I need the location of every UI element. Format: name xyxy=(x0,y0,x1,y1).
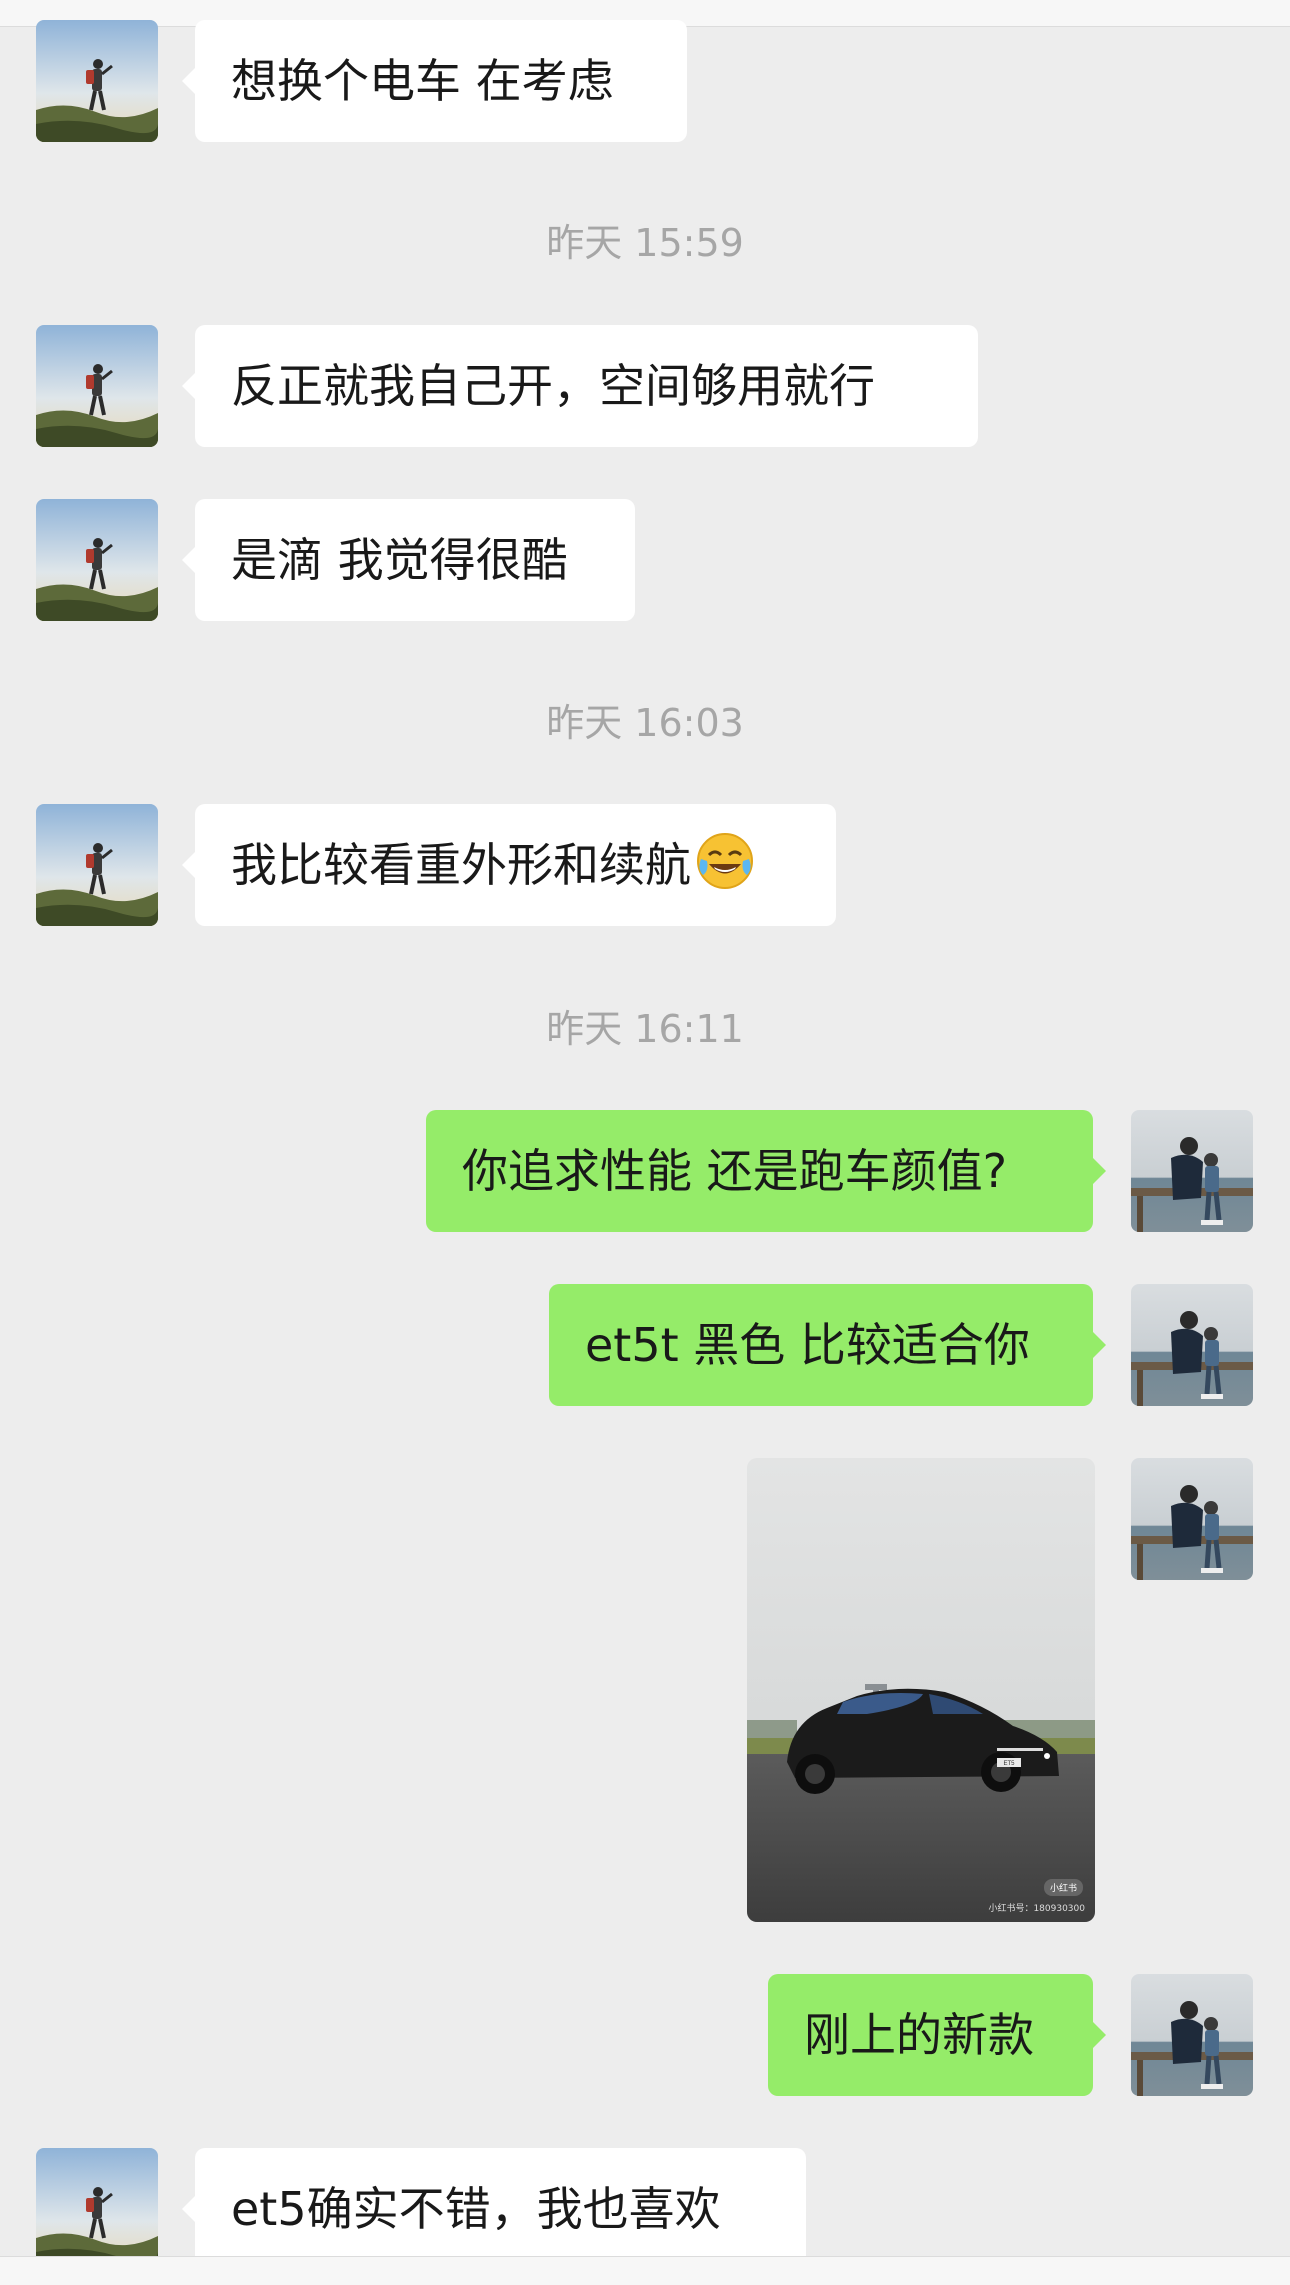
contact-avatar[interactable] xyxy=(36,499,158,621)
contact-avatar[interactable] xyxy=(36,2148,158,2270)
license-plate-text: ET5 xyxy=(1003,1761,1015,1767)
message-bubble-incoming[interactable]: 反正就我自己开，空间够用就行 xyxy=(182,325,978,447)
contact-avatar[interactable] xyxy=(36,20,158,142)
car-photo-message[interactable]: ET5 小红书 小红书号：180930300 xyxy=(747,1458,1095,1922)
bottom-bar xyxy=(0,2256,1290,2285)
laughing-tears-emoji-icon xyxy=(695,814,755,889)
message-bubble-outgoing[interactable]: 你追求性能 还是跑车颜值? xyxy=(426,1110,1106,1232)
timestamp: 昨天 16:11 xyxy=(546,1007,744,1051)
message-bubble-incoming[interactable]: 我比较看重外形和续航 xyxy=(182,804,836,926)
message-bubble-incoming[interactable]: et5确实不错，我也喜欢 xyxy=(182,2148,806,2270)
my-avatar[interactable] xyxy=(1131,1974,1253,2096)
chat-view[interactable]: 想换个电车 在考虑 昨天 15:59 反正就我自己开，空间够用就行 是滴 我觉得… xyxy=(0,0,1290,2285)
my-avatar[interactable] xyxy=(1131,1284,1253,1406)
contact-avatar[interactable] xyxy=(36,325,158,447)
timestamp: 昨天 15:59 xyxy=(546,221,744,265)
my-avatar[interactable] xyxy=(1131,1110,1253,1232)
watermark-badge: 小红书 xyxy=(1043,1879,1083,1896)
timestamp: 昨天 16:03 xyxy=(546,701,744,745)
contact-avatar[interactable] xyxy=(36,804,158,926)
message-bubble-incoming[interactable]: 想换个电车 在考虑 xyxy=(182,20,687,142)
message-text: 我比较看重外形和续航 xyxy=(231,838,691,892)
message-bubble-incoming[interactable]: 是滴 我觉得很酷 xyxy=(182,499,635,621)
message-bubble-outgoing[interactable]: et5t 黑色 比较适合你 xyxy=(549,1284,1106,1406)
my-avatar[interactable] xyxy=(1131,1458,1253,1580)
message-bubble-outgoing[interactable]: 刚上的新款 xyxy=(768,1974,1106,2096)
watermark-caption: 小红书号：180930300 xyxy=(988,1904,1085,1914)
